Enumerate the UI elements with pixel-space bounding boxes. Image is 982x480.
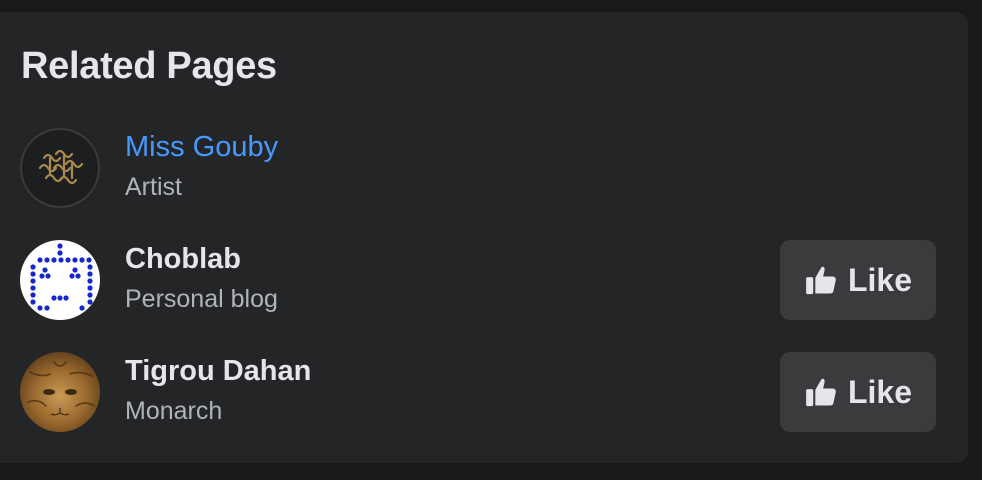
like-button[interactable]: Like: [780, 240, 936, 320]
like-label: Like: [847, 373, 913, 410]
gold-ornament-logo-icon: [38, 149, 84, 185]
section-title: Related Pages: [21, 45, 277, 87]
related-page-item: Choblab Personal blog Like: [20, 240, 936, 320]
page-avatar[interactable]: [20, 128, 100, 208]
page-category: Monarch: [125, 397, 223, 425]
page-name-link[interactable]: Miss Gouby: [125, 131, 278, 164]
page-category: Artist: [125, 173, 182, 201]
thumbs-up-icon: [804, 263, 838, 297]
blue-dotted-robot-face-icon: [30, 243, 93, 311]
cat-photo-icon: [20, 352, 100, 432]
like-label: Like: [847, 261, 913, 298]
page-avatar[interactable]: [20, 352, 100, 432]
related-pages-card: Related Pages Miss Gouby Artist Choblab …: [0, 12, 968, 463]
thumbs-up-icon: [804, 375, 838, 409]
like-button[interactable]: Like: [780, 352, 936, 432]
page-category: Personal blog: [125, 285, 278, 313]
related-page-item: Miss Gouby Artist: [20, 128, 936, 208]
page-name-link[interactable]: Choblab: [125, 243, 241, 276]
page-name-link[interactable]: Tigrou Dahan: [125, 355, 311, 388]
related-page-item: Tigrou Dahan Monarch Like: [20, 352, 936, 432]
page-avatar[interactable]: [20, 240, 100, 320]
